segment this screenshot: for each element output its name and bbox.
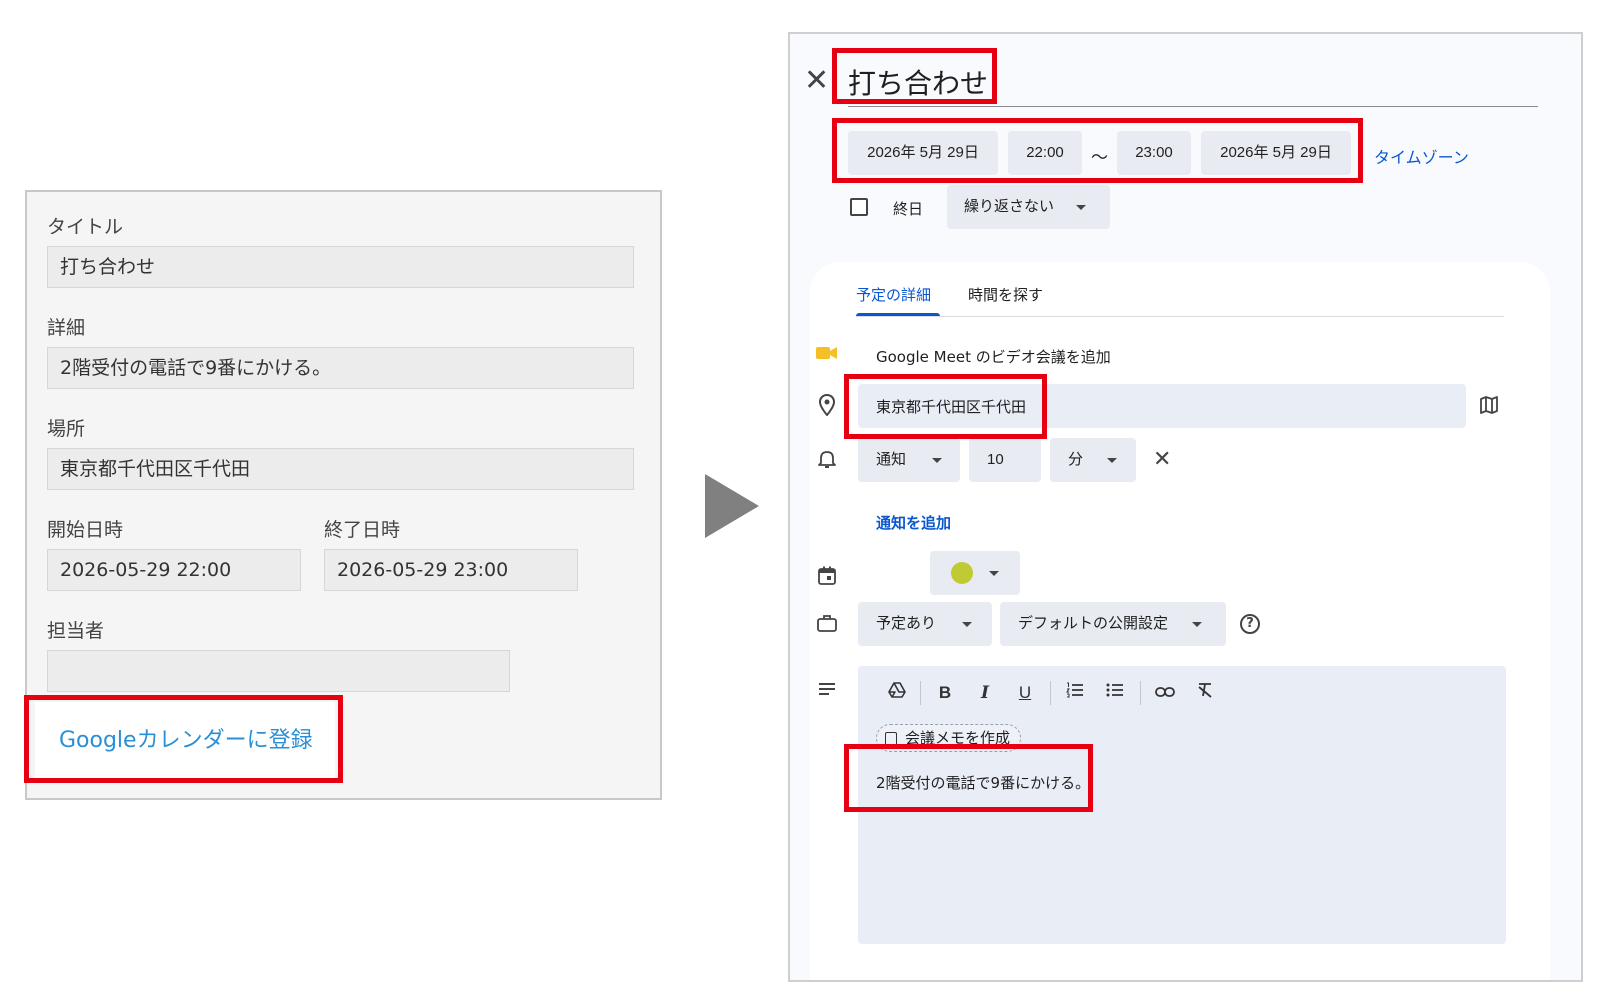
busy-status-label: 予定あり	[876, 615, 937, 632]
help-icon[interactable]: ?	[1240, 614, 1260, 634]
bell-icon	[814, 446, 840, 472]
briefcase-icon	[814, 610, 840, 636]
details-card: 予定の詳細 時間を探す Google Meet のビデオ会議を追加 東京都千代田…	[810, 262, 1550, 980]
notification-type-label: 通知	[876, 451, 907, 468]
add-google-meet-button[interactable]: Google Meet のビデオ会議を追加	[876, 346, 1111, 367]
end-time-chip[interactable]: 23:00	[1117, 131, 1191, 175]
toolbar-separator	[1050, 681, 1051, 705]
event-form-panel: タイトル 打ち合わせ 詳細 2階受付の電話で9番にかける。 場所 東京都千代田区…	[25, 190, 662, 800]
google-calendar-edit-panel: ✕ 打ち合わせ 2026年 5月 29日 22:00 〜 23:00 2026年…	[788, 32, 1583, 982]
tab-divider	[856, 316, 1504, 317]
start-datetime-field[interactable]: 2026-05-29 22:00	[47, 549, 301, 591]
repeat-select[interactable]: 繰り返さない	[947, 185, 1110, 229]
notification-unit-select[interactable]: 分	[1050, 438, 1136, 482]
visibility-label: デフォルトの公開設定	[1018, 615, 1169, 632]
notification-unit-label: 分	[1068, 451, 1084, 468]
title-field[interactable]: 打ち合わせ	[47, 246, 634, 288]
clear-formatting-icon[interactable]	[1192, 680, 1218, 706]
timezone-link[interactable]: タイムゾーン	[1374, 144, 1469, 168]
event-color-dot	[950, 562, 973, 585]
start-date-chip[interactable]: 2026年 5月 29日	[848, 131, 998, 175]
busy-status-select[interactable]: 予定あり	[858, 602, 992, 646]
start-time-chip[interactable]: 22:00	[1008, 131, 1082, 175]
tab-find-time[interactable]: 時間を探す	[968, 284, 1043, 305]
event-title-input[interactable]: 打ち合わせ	[848, 62, 988, 102]
google-calendar-register-button[interactable]: Googleカレンダーに登録	[35, 702, 335, 780]
allday-checkbox[interactable]	[850, 198, 868, 216]
italic-icon[interactable]: I	[972, 680, 998, 706]
drive-icon[interactable]	[884, 680, 910, 706]
numbered-list-icon[interactable]	[1062, 680, 1088, 706]
location-label: 場所	[47, 418, 86, 440]
toolbar-separator	[920, 681, 921, 705]
arrow-right-icon	[705, 474, 759, 538]
document-icon	[885, 731, 897, 746]
title-label: タイトル	[47, 216, 124, 238]
range-tilde: 〜	[1091, 148, 1108, 168]
description-icon	[814, 676, 840, 702]
description-text: 2階受付の電話で9番にかける。	[876, 774, 1091, 792]
location-input-value: 東京都千代田区千代田	[876, 398, 1027, 416]
location-field[interactable]: 東京都千代田区千代田	[47, 448, 634, 490]
chevron-down-icon	[989, 570, 1000, 576]
description-editor[interactable]: B I U 会議メモを作成 2階受付の電話で9番にかける。	[858, 666, 1506, 944]
end-date-chip[interactable]: 2026年 5月 29日	[1201, 131, 1351, 175]
end-datetime-label: 終了日時	[324, 519, 401, 541]
notification-value-input[interactable]: 10	[969, 438, 1041, 482]
toolbar-separator	[1140, 681, 1141, 705]
calendar-icon	[814, 562, 840, 588]
detail-label: 詳細	[47, 317, 86, 339]
meeting-notes-label: 会議メモを作成	[905, 729, 1011, 747]
remove-notification-icon[interactable]: ✕	[1153, 445, 1171, 475]
event-color-select[interactable]	[930, 551, 1020, 595]
chevron-down-icon	[1107, 457, 1118, 463]
chevron-down-icon	[1192, 621, 1203, 627]
detail-field[interactable]: 2階受付の電話で9番にかける。	[47, 347, 634, 389]
map-icon[interactable]	[1476, 392, 1502, 418]
google-meet-icon	[814, 340, 840, 366]
link-icon[interactable]	[1152, 680, 1178, 706]
chevron-down-icon	[962, 621, 973, 627]
location-pin-icon	[814, 392, 840, 418]
assignee-field[interactable]	[47, 650, 510, 692]
bold-icon[interactable]: B	[932, 680, 958, 706]
chevron-down-icon	[932, 457, 943, 463]
location-input[interactable]: 東京都千代田区千代田	[858, 384, 1466, 428]
underline-icon[interactable]: U	[1012, 680, 1038, 706]
create-meeting-notes-button[interactable]: 会議メモを作成	[876, 724, 1022, 752]
repeat-select-label: 繰り返さない	[964, 198, 1055, 215]
start-datetime-label: 開始日時	[47, 519, 124, 541]
allday-label: 終日	[893, 200, 924, 218]
add-notification-link[interactable]: 通知を追加	[876, 512, 951, 533]
assignee-label: 担当者	[47, 620, 105, 642]
tab-event-details[interactable]: 予定の詳細	[856, 284, 931, 305]
chevron-down-icon	[1076, 204, 1087, 210]
bulleted-list-icon[interactable]	[1102, 680, 1128, 706]
notification-type-select[interactable]: 通知	[858, 438, 960, 482]
close-icon[interactable]: ✕	[804, 66, 829, 96]
visibility-select[interactable]: デフォルトの公開設定	[1000, 602, 1226, 646]
end-datetime-field[interactable]: 2026-05-29 23:00	[324, 549, 578, 591]
title-underline	[848, 106, 1538, 107]
